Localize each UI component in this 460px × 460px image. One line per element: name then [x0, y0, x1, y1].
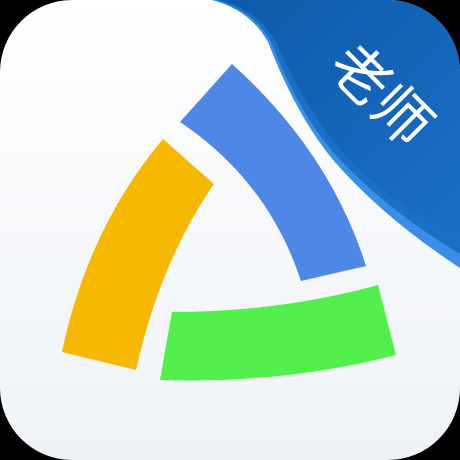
app-icon-graphic: 老师: [0, 0, 460, 460]
app-icon[interactable]: 老师: [0, 0, 460, 460]
